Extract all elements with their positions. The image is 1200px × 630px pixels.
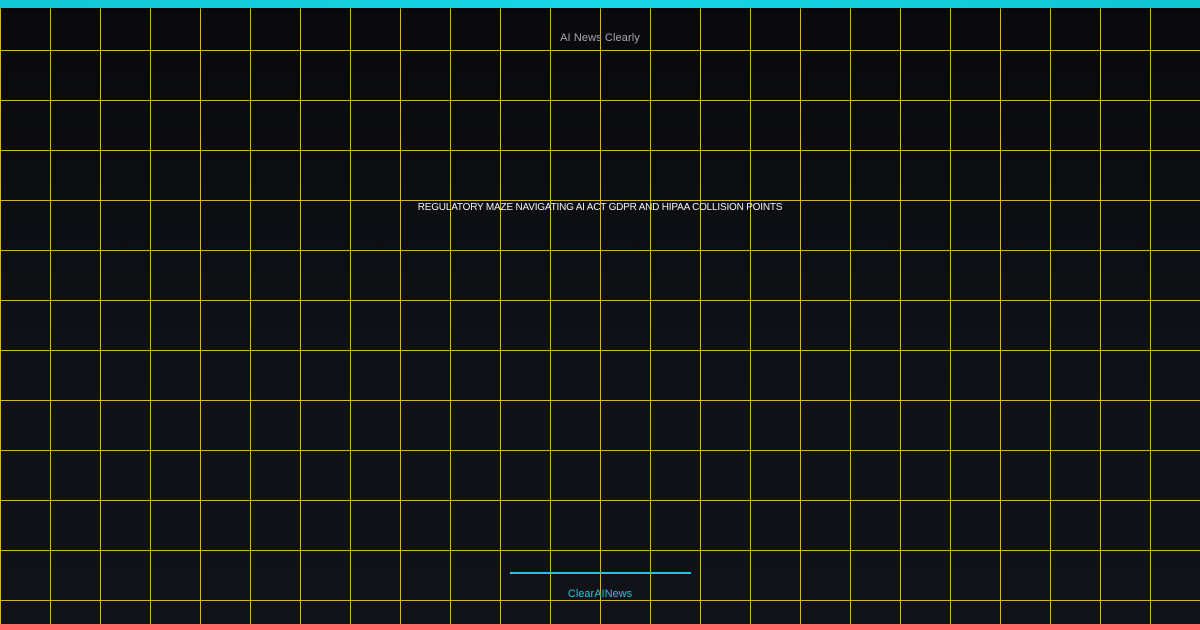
top-brand-label: AI News Clearly <box>560 32 640 44</box>
top-accent-bar <box>0 0 1200 8</box>
grid-background <box>0 0 1200 630</box>
headline: REGULATORY MAZE NAVIGATING AI ACT GDPR A… <box>417 202 783 213</box>
bottom-accent-bar <box>0 624 1200 630</box>
bottom-brand-label: ClearAINews <box>567 588 633 600</box>
accent-divider <box>510 572 691 574</box>
social-card: AI News Clearly REGULATORY MAZE NAVIGATI… <box>0 0 1200 630</box>
